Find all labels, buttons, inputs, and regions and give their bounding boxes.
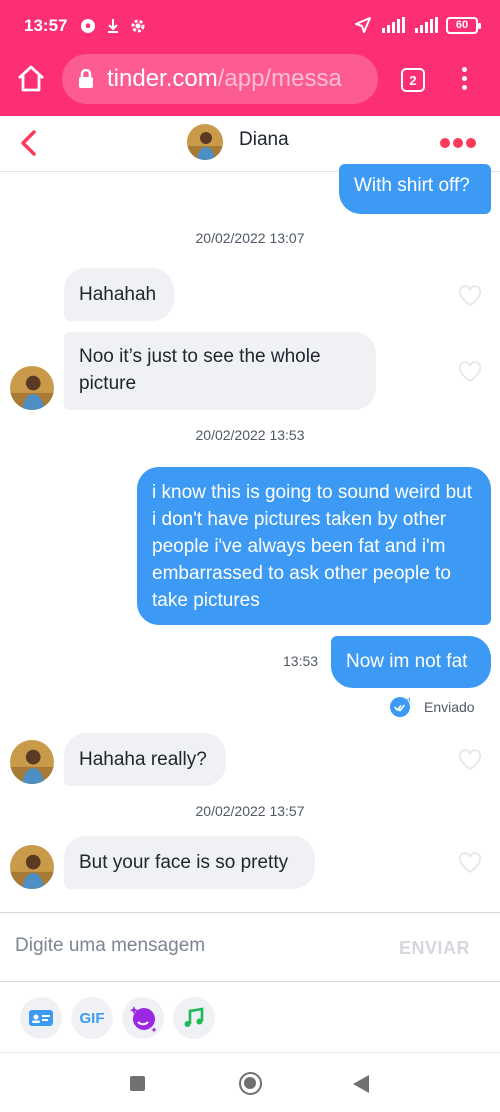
avatar-photo bbox=[10, 740, 54, 784]
like-heart-icon[interactable] bbox=[458, 285, 482, 307]
like-heart-icon[interactable] bbox=[458, 361, 482, 383]
more-options-button[interactable] bbox=[440, 138, 476, 148]
address-bar[interactable]: tinder.com/app/messa bbox=[62, 54, 378, 104]
menu-dot bbox=[461, 67, 467, 72]
avatar-photo bbox=[10, 366, 54, 410]
like-heart-icon[interactable] bbox=[458, 852, 482, 874]
delivery-status: + Enviado bbox=[390, 695, 475, 717]
home-icon[interactable] bbox=[14, 62, 48, 96]
battery-icon: 60 bbox=[446, 16, 481, 34]
url-text: tinder.com/app/messa bbox=[107, 65, 369, 93]
location-arrow-icon bbox=[355, 17, 371, 33]
delivery-status-label: Enviado bbox=[424, 699, 475, 715]
message-bubble-outgoing[interactable]: i know this is going to sound weird but … bbox=[137, 467, 491, 625]
contact-name[interactable]: Diana bbox=[239, 129, 289, 151]
menu-dot bbox=[461, 85, 467, 90]
message-input[interactable]: Digite uma mensagem bbox=[15, 935, 205, 957]
message-bubble-incoming[interactable]: Hahaha really? bbox=[64, 733, 226, 786]
status-notification-icons bbox=[80, 18, 146, 34]
composer-actions: GIF bbox=[0, 982, 500, 1052]
home-button[interactable] bbox=[239, 1072, 262, 1095]
back-button[interactable] bbox=[353, 1075, 369, 1093]
download-icon bbox=[108, 19, 118, 33]
contact-avatar-small[interactable] bbox=[10, 740, 54, 784]
status-time: 13:57 bbox=[24, 16, 68, 35]
delivered-check-icon: + bbox=[390, 695, 414, 717]
tab-switcher-button[interactable]: 2 bbox=[401, 68, 425, 92]
back-chevron-icon[interactable] bbox=[14, 128, 42, 158]
browser-menu-button[interactable] bbox=[454, 64, 474, 98]
signal-4g-icon bbox=[382, 17, 405, 33]
music-note-icon bbox=[184, 1007, 204, 1027]
avatar-photo bbox=[187, 124, 223, 160]
date-separator: 20/02/2022 13:53 bbox=[195, 427, 305, 443]
date-separator: 20/02/2022 13:07 bbox=[195, 230, 305, 246]
send-button[interactable]: ENVIAR bbox=[399, 938, 470, 959]
message-bubble-incoming[interactable]: Hahahah bbox=[64, 268, 174, 321]
contact-card-button[interactable] bbox=[20, 997, 62, 1039]
more-dot bbox=[466, 138, 476, 148]
settings-gear-icon bbox=[131, 19, 145, 33]
more-dot bbox=[440, 138, 450, 148]
status-bar: 13:57 60 bbox=[0, 0, 500, 52]
like-heart-icon[interactable] bbox=[458, 749, 482, 771]
url-path: /app/messa bbox=[217, 65, 342, 92]
message-bubble-outgoing[interactable]: With shirt off? bbox=[339, 164, 491, 214]
signal-bars-icon bbox=[415, 17, 438, 33]
soccer-ball-icon bbox=[81, 19, 95, 33]
contact-avatar-small[interactable] bbox=[10, 366, 54, 410]
avatar-photo bbox=[10, 845, 54, 889]
message-bubble-incoming[interactable]: But your face is so pretty bbox=[64, 836, 315, 889]
contact-avatar-small[interactable] bbox=[10, 845, 54, 889]
message-bubble-outgoing[interactable]: Now im not fat bbox=[331, 636, 491, 688]
gif-button[interactable]: GIF bbox=[71, 997, 113, 1039]
date-separator: 20/02/2022 13:57 bbox=[195, 803, 305, 819]
status-system-icons: 60 bbox=[354, 16, 481, 34]
url-host: tinder.com bbox=[107, 65, 218, 92]
lock-icon bbox=[79, 69, 93, 88]
message-composer: Digite uma mensagem ENVIAR bbox=[0, 912, 500, 982]
message-time: 13:53 bbox=[283, 653, 319, 669]
contact-avatar[interactable] bbox=[187, 124, 223, 160]
sparkle-sticker-icon bbox=[129, 1006, 157, 1033]
sticker-button[interactable] bbox=[122, 997, 164, 1039]
music-button[interactable] bbox=[173, 997, 215, 1039]
recent-apps-button[interactable] bbox=[130, 1076, 145, 1091]
system-navigation-bar bbox=[0, 1052, 500, 1112]
browser-chrome: 13:57 60 tinder.com/app/messa 2 bbox=[0, 0, 500, 116]
svg-text:+: + bbox=[406, 697, 410, 705]
menu-dot bbox=[461, 76, 467, 81]
more-dot bbox=[453, 138, 463, 148]
contact-card-icon bbox=[29, 1010, 53, 1026]
message-bubble-incoming[interactable]: Noo it’s just to see the whole picture bbox=[64, 332, 376, 410]
